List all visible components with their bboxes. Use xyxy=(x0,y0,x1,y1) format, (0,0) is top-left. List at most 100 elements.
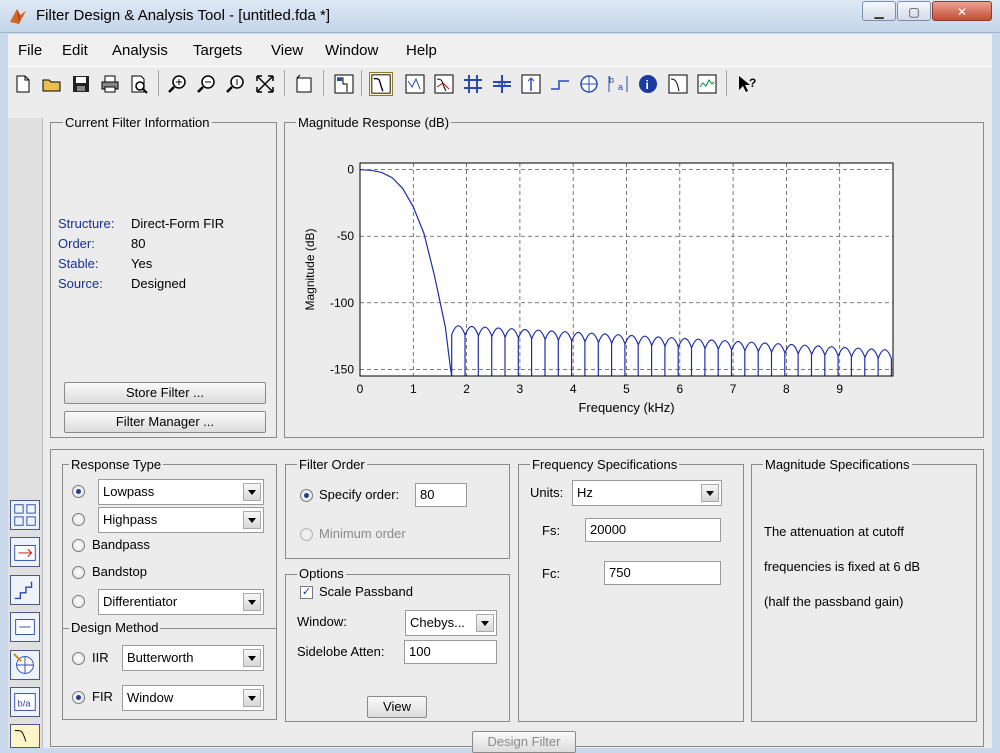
phase-delay-icon[interactable] xyxy=(491,73,513,95)
design-filter-button[interactable]: Design Filter xyxy=(472,731,576,753)
menu-edit[interactable]: Edit xyxy=(62,42,88,59)
svg-text:b/a: b/a xyxy=(18,699,32,709)
open-folder-icon[interactable] xyxy=(41,73,63,95)
iir-select[interactable]: Butterworth xyxy=(122,645,264,671)
fir-select[interactable]: Window xyxy=(122,685,264,711)
chevron-down-icon xyxy=(243,483,261,501)
coefficients-icon[interactable]: ba xyxy=(607,73,629,95)
save-icon[interactable] xyxy=(70,73,92,95)
filter-info-icon[interactable]: i xyxy=(637,73,659,95)
chevron-down-icon xyxy=(243,593,261,611)
iir-radio[interactable] xyxy=(72,652,85,665)
specify-order-label: Specify order: xyxy=(319,487,400,502)
fs-input[interactable]: 20000 xyxy=(585,518,721,542)
x-tick-label: 8 xyxy=(783,382,790,396)
toolbar-separator xyxy=(726,70,727,96)
chevron-down-icon xyxy=(243,689,261,707)
view-button[interactable]: View xyxy=(367,696,427,718)
magnitude-response-icon[interactable] xyxy=(369,72,393,96)
minimize-button[interactable]: ▁ xyxy=(862,1,896,21)
pole-zero-icon[interactable] xyxy=(578,73,600,95)
bandpass-radio[interactable] xyxy=(72,539,85,552)
zoom-x-icon[interactable] xyxy=(196,73,218,95)
close-button[interactable]: ✕ xyxy=(932,1,992,21)
whats-this-help-icon[interactable]: ? xyxy=(736,73,758,95)
print-icon[interactable] xyxy=(99,73,121,95)
step-response-icon[interactable] xyxy=(549,73,571,95)
iir-label: IIR xyxy=(92,650,109,665)
chevron-down-icon xyxy=(243,511,261,529)
window-select-value: Chebys... xyxy=(410,615,465,630)
x-tick-label: 3 xyxy=(517,382,524,396)
matlab-logo-icon xyxy=(10,9,26,24)
menu-file[interactable]: File xyxy=(18,42,42,59)
toolbar-separator xyxy=(361,70,362,96)
menu-view[interactable]: View xyxy=(271,42,303,59)
fir-label: FIR xyxy=(92,689,113,704)
toolbar-separator xyxy=(158,70,159,96)
magnitude-specs-text-1: The attenuation at cutoff xyxy=(764,524,904,539)
design-filter-icon[interactable] xyxy=(10,724,40,748)
transform-filter-icon[interactable] xyxy=(10,500,40,530)
print-preview-icon[interactable] xyxy=(128,73,150,95)
phase-response-icon[interactable] xyxy=(404,73,426,95)
pole-zero-editor-icon[interactable] xyxy=(10,650,40,680)
lowpass-radio[interactable] xyxy=(72,485,85,498)
magnitude-response-legend: Magnitude Response (dB) xyxy=(296,115,452,130)
fir-radio[interactable] xyxy=(72,691,85,704)
menu-help[interactable]: Help xyxy=(406,42,437,59)
order-input[interactable]: 80 xyxy=(415,483,467,507)
differentiator-select[interactable]: Differentiator xyxy=(98,589,264,615)
scale-passband-checkbox[interactable]: ✓ xyxy=(300,586,313,599)
magnitude-specs-group xyxy=(751,464,977,722)
group-delay-icon[interactable] xyxy=(462,73,484,95)
svg-text:b: b xyxy=(609,75,614,85)
magnitude-specs-text-2: frequencies is fixed at 6 dB xyxy=(764,559,921,574)
structure-label: Structure: xyxy=(58,216,115,231)
new-file-icon[interactable] xyxy=(12,73,34,95)
options-legend: Options xyxy=(297,566,346,581)
set-quantization-icon[interactable] xyxy=(10,575,40,605)
import-filter-icon[interactable]: b/a xyxy=(10,687,40,717)
menu-analysis[interactable]: Analysis xyxy=(112,42,168,59)
x-tick-label: 5 xyxy=(623,382,630,396)
create-multirate-icon[interactable] xyxy=(10,537,40,567)
zoom-in-icon[interactable] xyxy=(167,73,189,95)
menu-window[interactable]: Window xyxy=(325,42,378,59)
highpass-radio[interactable] xyxy=(72,513,85,526)
magnitude-estimate-icon[interactable] xyxy=(667,73,689,95)
svg-text:?: ? xyxy=(749,76,756,90)
fc-input[interactable]: 750 xyxy=(604,561,721,585)
impulse-response-icon[interactable] xyxy=(520,73,542,95)
new-figure-icon[interactable] xyxy=(293,73,315,95)
iir-select-value: Butterworth xyxy=(127,650,194,665)
specify-order-radio[interactable] xyxy=(300,489,313,502)
chart-grid xyxy=(360,163,893,376)
chevron-down-icon xyxy=(243,649,261,667)
x-tick-label: 9 xyxy=(836,382,843,396)
highpass-select[interactable]: Highpass xyxy=(98,507,264,533)
differentiator-radio[interactable] xyxy=(72,595,85,608)
round-off-noise-icon[interactable] xyxy=(696,73,718,95)
realize-model-icon[interactable] xyxy=(10,612,40,642)
filter-manager-button[interactable]: Filter Manager ... xyxy=(64,411,266,433)
magnitude-response-chart[interactable]: 0 1 2 3 4 5 6 7 8 9 0 -50 -100 -150 Frequency (kHz) M… xyxy=(290,130,980,430)
lowpass-select[interactable]: Lowpass xyxy=(98,479,264,505)
store-filter-button[interactable]: Store Filter ... xyxy=(64,382,266,404)
highpass-select-value: Highpass xyxy=(103,512,158,527)
magnitude-phase-icon[interactable] xyxy=(433,73,455,95)
maximize-button[interactable]: ▢ xyxy=(897,1,931,21)
x-tick-label: 6 xyxy=(676,382,683,396)
sidelobe-atten-label: Sidelobe Atten: xyxy=(297,644,385,659)
filter-specs-icon[interactable] xyxy=(333,73,355,95)
y-tick-label: -150 xyxy=(330,362,354,376)
minimum-order-radio[interactable] xyxy=(300,528,313,541)
full-view-icon[interactable] xyxy=(254,73,276,95)
zoom-y-icon[interactable] xyxy=(225,73,247,95)
units-select[interactable]: Hz xyxy=(572,480,722,506)
window-select[interactable]: Chebys... xyxy=(405,610,497,636)
menu-targets[interactable]: Targets xyxy=(193,42,242,59)
bandstop-radio[interactable] xyxy=(72,566,85,579)
sidelobe-atten-input[interactable]: 100 xyxy=(404,640,497,664)
minimum-order-label: Minimum order xyxy=(319,526,406,541)
